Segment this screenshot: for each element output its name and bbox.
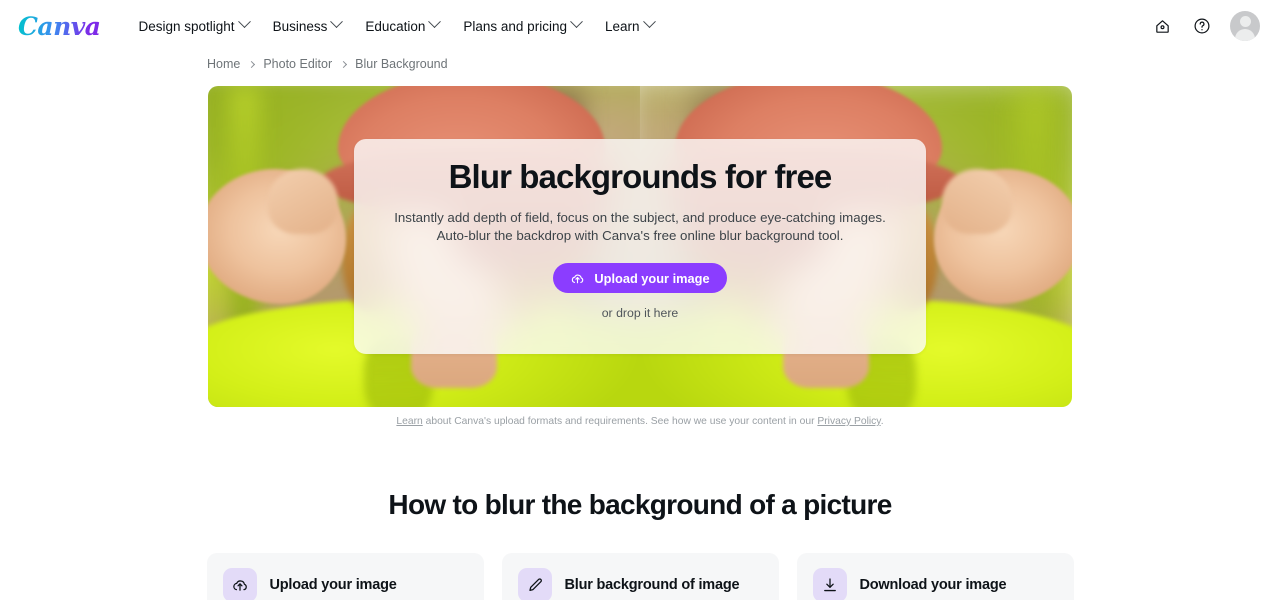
howto-cards: Upload your image Blur background of ima… [0,553,1280,600]
nav-label: Plans and pricing [463,18,567,34]
chevron-down-icon [237,15,251,29]
upload-button-label: Upload your image [594,270,710,286]
drop-hint-text: or drop it here [601,306,679,321]
chevron-down-icon [642,15,656,29]
download-icon [823,578,836,592]
fineprint-period: . [880,416,884,427]
card-title: Download your image [859,577,1007,593]
howto-card-blur: Blur background of image [501,553,779,600]
card-icon-tile [517,568,552,600]
nav-item-design-spotlight[interactable]: Design spotlight [127,13,261,40]
chevron-right-icon [248,60,256,68]
home-icon [1155,19,1169,33]
breadcrumb-item-photo-editor[interactable]: Photo Editor [263,57,332,71]
nav-item-education[interactable]: Education [353,13,451,40]
chevron-down-icon [570,15,583,29]
hero-overlay-card: Blur backgrounds for free Instantly add … [354,139,926,354]
pencil-edit-icon [528,578,542,591]
nav-item-plans-and-pricing[interactable]: Plans and pricing [451,13,593,40]
card-header: Blur background of image [517,568,763,600]
chevron-down-icon [330,15,344,29]
photo-thumb [942,169,1012,234]
nav-label: Design spotlight [138,18,235,34]
nav-item-learn[interactable]: Learn [593,13,666,40]
site-header: Canva Design spotlight Business Educatio… [0,0,1280,52]
breadcrumb-item-home[interactable]: Home [207,57,240,71]
main-nav: Design spotlight Business Education Plan… [127,13,666,40]
nav-label: Education [365,18,426,34]
breadcrumb: Home Photo Editor Blur Background [0,52,1280,76]
photo-thumb [268,169,338,234]
avatar[interactable] [1230,11,1260,41]
privacy-policy-link[interactable]: Privacy Policy [817,416,880,427]
header-actions [1146,10,1260,42]
card-header: Download your image [812,568,1058,600]
home-button[interactable] [1146,10,1178,42]
card-icon-tile [812,568,847,600]
help-question-icon [1194,18,1210,34]
card-header: Upload your image [222,568,468,600]
hero-section: Blur backgrounds for free Instantly add … [0,76,1280,407]
card-icon-tile [222,568,257,600]
page-title: Blur backgrounds for free [448,158,833,195]
cloud-upload-icon [572,274,584,284]
breadcrumb-item-blur-background: Blur Background [355,57,448,71]
chevron-right-icon [340,60,348,68]
canva-logo[interactable]: Canva [18,12,101,41]
nav-label: Learn [604,18,640,34]
hero-image: Blur backgrounds for free Instantly add … [208,86,1072,407]
howto-card-upload: Upload your image [206,553,484,600]
howto-card-download: Download your image [796,553,1074,600]
card-title: Blur background of image [564,577,740,593]
learn-link[interactable]: Learn [396,416,422,427]
fineprint-middle-text: about Canva's upload formats and require… [422,416,818,427]
upload-your-image-button[interactable]: Upload your image [553,263,727,294]
nav-item-business[interactable]: Business [261,13,354,40]
card-title: Upload your image [269,577,397,593]
cloud-upload-icon [232,580,247,591]
upload-fineprint: Learn about Canva's upload formats and r… [0,416,1280,427]
nav-label: Business [272,18,328,34]
chevron-down-icon [428,15,442,29]
hero-subtitle: Instantly add depth of field, focus on t… [394,209,886,243]
help-button[interactable] [1186,10,1218,42]
howto-section-title: How to blur the background of a picture [388,489,892,520]
